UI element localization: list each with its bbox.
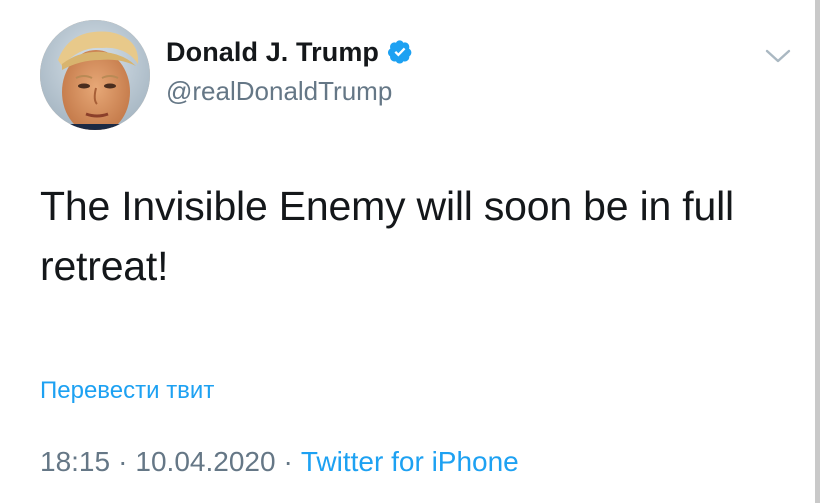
scrollbar[interactable]	[815, 0, 820, 503]
meta-separator: ·	[118, 446, 128, 477]
avatar[interactable]	[40, 20, 150, 130]
tweet-meta: 18:15 · 10.04.2020 · Twitter for iPhone	[40, 446, 519, 478]
chevron-down-icon[interactable]	[764, 46, 792, 66]
display-name[interactable]: Donald J. Trump	[166, 37, 379, 68]
user-handle[interactable]: @realDonaldTrump	[166, 76, 413, 107]
meta-separator: ·	[283, 446, 293, 477]
tweet-time[interactable]: 18:15	[40, 446, 110, 477]
verified-badge-icon	[387, 39, 413, 65]
tweet-source-link[interactable]: Twitter for iPhone	[301, 446, 519, 477]
display-name-row: Donald J. Trump	[166, 34, 413, 70]
tweet-date[interactable]: 10.04.2020	[135, 446, 275, 477]
user-info: Donald J. Trump @realDonaldTrump	[166, 34, 413, 107]
translate-tweet-link[interactable]: Перевести твит	[40, 377, 214, 405]
tweet-text: The Invisible Enemy will soon be in full…	[40, 183, 734, 289]
tweet-card: Donald J. Trump @realDonaldTrump The Inv…	[0, 0, 827, 503]
avatar-image	[40, 20, 150, 130]
